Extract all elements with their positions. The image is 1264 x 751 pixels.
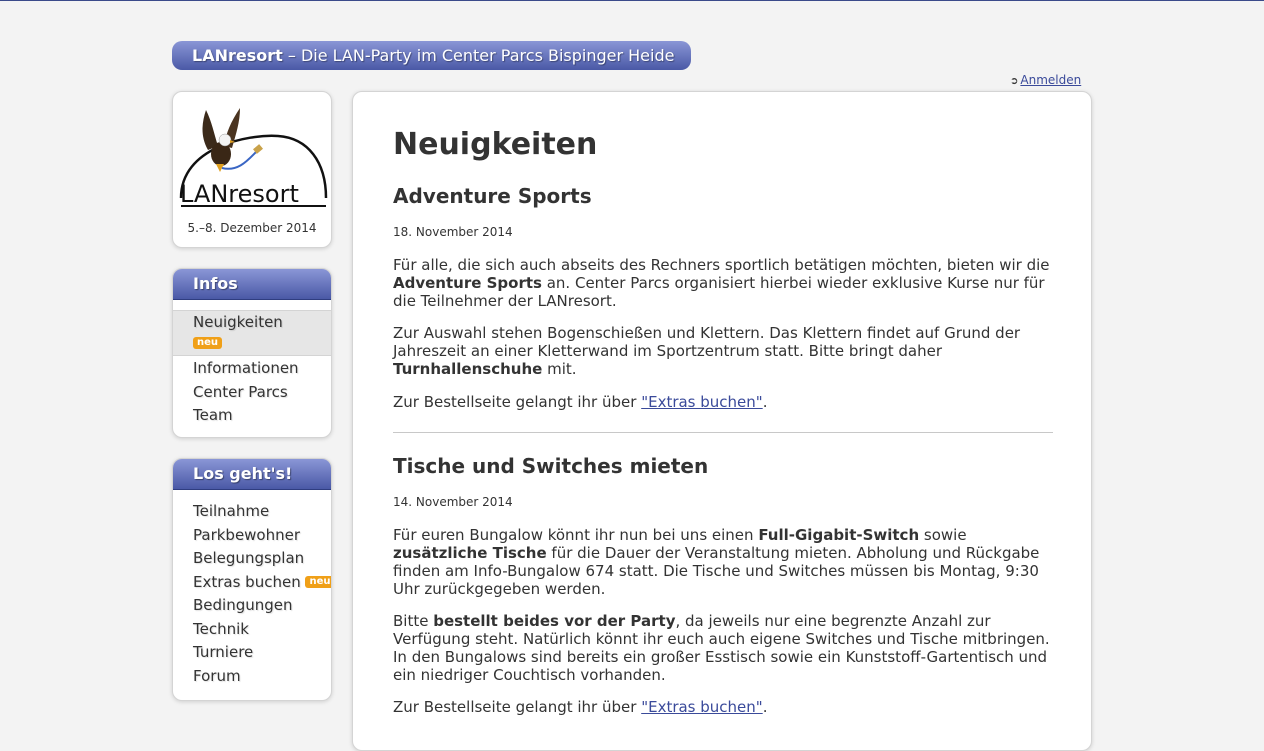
losgehts-menu: Los geht's! Teilnahme Parkbewohner Beleg… xyxy=(172,458,332,701)
post-date: 18. November 2014 xyxy=(393,225,513,239)
login-link[interactable]: Anmelden xyxy=(1020,73,1081,87)
extras-buchen-link[interactable]: "Extras buchen" xyxy=(641,393,763,411)
menu-item-label: Teilnahme xyxy=(193,502,270,520)
menu-item-label: Extras buchen xyxy=(193,572,301,591)
menu-item-label: Bedingungen xyxy=(193,596,293,614)
menu-item-label: Belegungsplan xyxy=(193,549,305,567)
menu-item-parkbewohner[interactable]: Parkbewohner xyxy=(173,524,331,548)
menu-item-label: Technik xyxy=(193,619,249,638)
menu-item-center-parcs[interactable]: Center Parcs xyxy=(173,381,331,405)
menu-item-forum[interactable]: Forum xyxy=(173,665,331,689)
post-divider xyxy=(393,432,1053,433)
post-title: Adventure Sports xyxy=(393,184,592,208)
menu-item-label: Center Parcs xyxy=(193,382,288,401)
post-paragraph: Zur Auswahl stehen Bogenschießen und Kle… xyxy=(393,324,1021,378)
post-paragraph: Für alle, die sich auch abseits des Rech… xyxy=(393,256,1050,310)
menu-item-teilnahme[interactable]: Teilnahme xyxy=(173,500,331,524)
infos-menu: Infos Neuigkeiten neu Informationen Cent… xyxy=(172,268,332,438)
new-badge: neu xyxy=(305,576,331,588)
menu-item-informationen[interactable]: Informationen xyxy=(173,357,331,381)
menu-item-team[interactable]: Team xyxy=(173,404,331,428)
lanresort-logo[interactable]: LANresort xyxy=(178,102,328,210)
infos-menu-title: Infos xyxy=(173,269,331,300)
logo-text: LANresort xyxy=(180,180,299,208)
main-content-box: Neuigkeiten Adventure Sports 18. Novembe… xyxy=(352,91,1092,751)
site-tagline: – Die LAN-Party im Center Parcs Bispinge… xyxy=(287,46,675,65)
menu-item-label: Neuigkeiten xyxy=(193,313,283,331)
menu-item-belegungsplan[interactable]: Belegungsplan xyxy=(173,547,331,571)
menu-item-turniere[interactable]: Turniere xyxy=(173,641,331,665)
login-area: ➲ Anmelden xyxy=(1010,73,1081,89)
menu-item-technik[interactable]: Technik xyxy=(173,618,331,642)
menu-item-neuigkeiten[interactable]: Neuigkeiten neu xyxy=(173,310,331,356)
logo-box: LANresort 5.–8. Dezember 2014 xyxy=(172,91,332,248)
menu-item-bedingungen[interactable]: Bedingungen xyxy=(173,594,331,618)
event-dates: 5.–8. Dezember 2014 xyxy=(187,221,317,235)
post-date: 14. November 2014 xyxy=(393,495,513,509)
post-title: Tische und Switches mieten xyxy=(393,454,709,478)
site-name[interactable]: LANresort xyxy=(192,46,283,65)
sign-in-icon: ➲ xyxy=(1010,76,1019,87)
menu-item-label: Parkbewohner xyxy=(193,525,301,544)
post-paragraph: Für euren Bungalow könnt ihr nun bei uns… xyxy=(393,526,1040,598)
new-badge: neu xyxy=(193,336,223,349)
post-paragraph: Zur Bestellseite gelangt ihr über "Extra… xyxy=(393,698,768,716)
page-title: Neuigkeiten xyxy=(393,127,598,162)
site-title-bar[interactable]: LANresort – Die LAN-Party im Center Parc… xyxy=(172,41,691,70)
menu-item-label: Informationen xyxy=(193,359,299,377)
post-paragraph: Zur Bestellseite gelangt ihr über "Extra… xyxy=(393,393,768,411)
menu-item-extras-buchen[interactable]: Extras buchen neu xyxy=(173,571,331,595)
losgehts-menu-title: Los geht's! xyxy=(173,459,331,490)
post-paragraph: Bitte bestellt beides vor der Party, da … xyxy=(393,612,1050,684)
extras-buchen-link[interactable]: "Extras buchen" xyxy=(641,698,763,716)
news-content: Neuigkeiten Adventure Sports 18. Novembe… xyxy=(393,128,1053,716)
menu-item-label: Turniere xyxy=(193,643,254,661)
menu-item-label: Team xyxy=(193,406,233,424)
menu-item-label: Forum xyxy=(193,666,241,685)
